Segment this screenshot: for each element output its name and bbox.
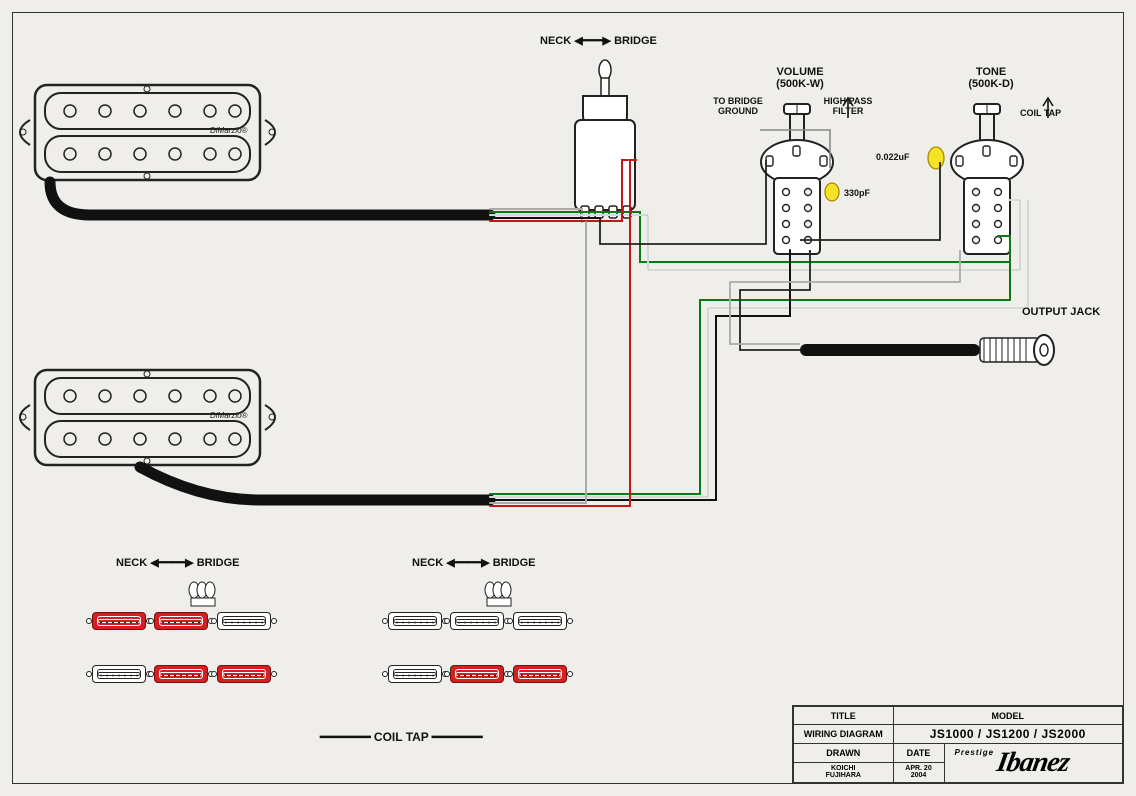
tb-date-h: DATE bbox=[893, 744, 944, 763]
legend-dir-2: NECK ◀━━━━▶ BRIDGE bbox=[412, 556, 535, 569]
tb-title-v: WIRING DIAGRAM bbox=[794, 725, 894, 744]
tb-model-v: JS1000 / JS1200 / JS2000 bbox=[893, 725, 1122, 744]
selector-switch bbox=[575, 60, 635, 218]
neck-cable bbox=[50, 182, 490, 215]
cap-022-label: 0.022uF bbox=[876, 152, 910, 162]
tb-date-v: APR. 20 2004 bbox=[893, 762, 944, 782]
hpf-label: HIGH PASS FILTER bbox=[820, 96, 876, 116]
title-block: TITLE MODEL WIRING DIAGRAM JS1000 / JS12… bbox=[792, 705, 1124, 784]
coil-tap-legend-label: ━━━━━━━ COIL TAP ━━━━━━━ bbox=[320, 730, 483, 744]
tb-drawn-h: DRAWN bbox=[794, 744, 894, 763]
coil-tap-label: COIL TAP bbox=[1020, 108, 1061, 118]
coil-legend-right bbox=[386, 610, 569, 690]
coil-legend-left bbox=[90, 610, 273, 690]
legend-dir-1: NECK ◀━━━━▶ BRIDGE bbox=[116, 556, 239, 569]
tone-label: TONE(500K-D) bbox=[966, 66, 1016, 90]
brand-logo: Ibanez bbox=[995, 747, 1072, 779]
brand-sub: Prestige bbox=[955, 748, 995, 757]
to-bridge-ground-label: TO BRIDGE GROUND bbox=[710, 96, 766, 116]
cap-330pf bbox=[825, 183, 839, 201]
volume-label: VOLUME(500K-W) bbox=[770, 66, 830, 90]
cap-330-label: 330pF bbox=[844, 188, 870, 198]
tone-pot bbox=[951, 104, 1023, 254]
tb-drawn-v: KOICHI FUJIHARA bbox=[794, 762, 894, 782]
legend-switch-2 bbox=[485, 582, 511, 606]
bridge-cable bbox=[140, 467, 490, 500]
tb-model-h: MODEL bbox=[893, 707, 1122, 725]
bridge-pickup bbox=[20, 370, 275, 465]
tb-title-h: TITLE bbox=[794, 707, 894, 725]
legend-switch-1 bbox=[189, 582, 215, 606]
output-jack bbox=[800, 335, 1054, 365]
output-jack-label: OUTPUT JACK bbox=[1022, 306, 1100, 318]
cap-022uf bbox=[928, 147, 944, 169]
neck-pickup bbox=[20, 85, 275, 180]
volume-pot bbox=[761, 104, 833, 254]
switch-direction-label: NECK ◀━━━▶ BRIDGE bbox=[540, 34, 657, 47]
